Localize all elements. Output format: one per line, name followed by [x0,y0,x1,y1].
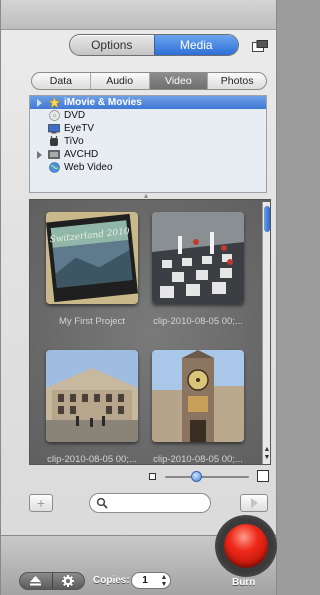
clip-browser: Switzerland 2010 My First Project clip-2… [29,199,271,465]
search-row: + [29,492,271,514]
source-item-dvd[interactable]: DVD [30,109,266,122]
thumbnail-size-slider [147,470,271,484]
search-input[interactable] [110,496,206,510]
source-item-avchd[interactable]: AVCHD [30,148,266,161]
add-button[interactable]: + [29,494,53,512]
slider-track[interactable] [165,476,249,478]
clip-title: clip-2010-08-05 00;... [47,454,137,465]
tab-data[interactable]: Data [32,73,90,89]
footer-button-group [19,572,85,590]
dvd-disc-icon [48,110,60,121]
source-item-imovie[interactable]: iMovie & Movies [30,96,266,109]
gear-icon [62,575,75,587]
source-item-web-video[interactable]: Web Video [30,161,266,174]
clip-thumbnail[interactable]: Switzerland 2010 [46,212,138,304]
vertical-scrollbar[interactable]: ▲ ▼ [262,202,270,464]
tab-video[interactable]: Video [148,73,208,89]
tivo-icon [48,136,60,147]
media-type-tabs: Data Audio Video Photos [31,72,267,90]
slider-knob[interactable] [191,471,202,482]
scroll-arrows-icon[interactable]: ▲ ▼ [263,446,271,462]
plus-icon: + [36,495,46,511]
media-button[interactable]: Media [153,35,238,55]
clip-title: clip-2010-08-05 00;... [153,316,243,327]
source-label: EyeTV [64,123,95,134]
stepper-arrows-icon[interactable]: ▲ ▼ [158,574,170,588]
globe-icon [48,162,60,173]
copies-stepper[interactable]: 1 ▲ ▼ [131,572,171,589]
settings-button[interactable] [51,573,85,589]
disclosure-triangle-icon[interactable] [37,99,42,107]
burn-label: Burn [232,577,256,588]
clip-title: My First Project [59,316,125,327]
options-button[interactable]: Options [70,35,154,55]
tab-photos[interactable]: Photos [207,73,266,89]
clip-thumbnail[interactable] [46,350,138,442]
media-browser-window: Options Media Data Audio Video Photos iM… [0,0,277,595]
clip-thumbnail[interactable] [152,350,244,442]
large-thumbnail-icon [257,470,269,482]
clip-thumbnail[interactable] [152,212,244,304]
eject-button[interactable] [20,573,52,589]
options-media-segment: Options Media [69,34,239,56]
eject-icon [30,576,42,586]
burn-button[interactable] [224,524,268,568]
source-label: Web Video [64,162,113,173]
tab-audio[interactable]: Audio [89,73,149,89]
export-window-icon[interactable] [251,39,269,53]
search-icon [96,497,108,509]
avchd-icon [48,149,60,160]
play-button[interactable] [240,494,268,512]
title-bar[interactable] [1,0,276,30]
source-label: iMovie & Movies [64,97,142,108]
copies-value[interactable]: 1 [132,575,158,586]
source-item-eyetv[interactable]: EyeTV [30,122,266,135]
source-label: DVD [64,110,86,121]
copies-label: Copies: [93,575,130,586]
search-field[interactable] [89,493,211,513]
small-thumbnail-icon [149,473,156,480]
imovie-star-icon [48,97,60,108]
source-label: TiVo [64,136,84,147]
disclosure-triangle-icon[interactable] [37,151,42,159]
source-label: AVCHD [64,149,99,160]
top-toolbar: Options Media [1,30,276,64]
clip-title: clip-2010-08-05 00;... [153,454,243,465]
source-list: iMovie & Movies DVD EyeTV TiVo AVCHD Web… [29,95,267,193]
source-item-tivo[interactable]: TiVo [30,135,266,148]
play-icon [250,498,258,508]
eyetv-icon [48,123,60,134]
scrollbar-thumb[interactable] [264,206,270,232]
